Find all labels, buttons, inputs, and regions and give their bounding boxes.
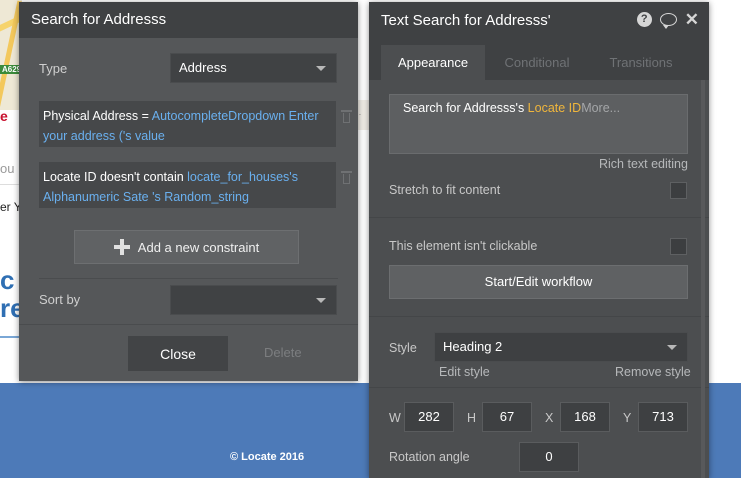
inspector-scrollbar[interactable]: [701, 80, 705, 478]
close-button[interactable]: Close: [128, 336, 228, 371]
rotation-input[interactable]: 0: [519, 442, 579, 472]
rich-text-editing-link[interactable]: Rich text editing: [599, 157, 688, 171]
style-dropdown-value: Heading 2: [443, 339, 503, 354]
x-label: X: [545, 411, 554, 425]
chevron-down-icon: [316, 298, 326, 303]
comment-icon[interactable]: [659, 13, 677, 29]
trash-icon[interactable]: [341, 170, 352, 184]
map-fragment-right-label: .: [359, 110, 361, 117]
tab-transitions[interactable]: Transitions: [589, 45, 693, 80]
height-input[interactable]: 67: [482, 402, 532, 432]
style-dropdown[interactable]: Heading 2: [434, 332, 688, 362]
inspector-title[interactable]: Text Search for Addresss' ? ✕: [369, 2, 709, 40]
trash-icon[interactable]: [341, 109, 352, 123]
text-content-static: Search for Addresss's: [403, 101, 528, 115]
type-label: Type: [39, 61, 68, 76]
constraint-row[interactable]: Physical Address = AutocompleteDropdown …: [39, 101, 336, 147]
edit-style-link[interactable]: Edit style: [439, 365, 490, 379]
stretch-checkbox[interactable]: [670, 182, 687, 199]
y-input[interactable]: 713: [638, 402, 688, 432]
constraint-field: Physical Address =: [43, 109, 152, 123]
rotation-label: Rotation angle: [389, 450, 470, 464]
search-panel-title[interactable]: Search for Addresss: [19, 2, 358, 38]
chevron-down-icon: [667, 345, 677, 350]
text-content-dynamic[interactable]: Locate ID: [528, 101, 582, 115]
remove-style-link[interactable]: Remove style: [615, 365, 691, 379]
text-content-editor[interactable]: Search for Addresss's Locate IDMore...: [389, 94, 688, 154]
start-edit-workflow-button[interactable]: Start/Edit workflow: [389, 265, 688, 299]
header-icons: ? ✕: [636, 11, 699, 29]
map-label-fragment: e: [0, 108, 8, 124]
footer-copyright: © Locate 2016: [230, 451, 305, 463]
not-clickable-checkbox[interactable]: [670, 238, 687, 255]
add-constraint-label: Add a new constraint: [137, 239, 260, 255]
constraint-field: Locate ID doesn't contain: [43, 170, 188, 184]
height-label: H: [467, 411, 477, 425]
x-input[interactable]: 168: [560, 402, 610, 432]
element-inspector-panel: Text Search for Addresss' ? ✕ Appearance…: [369, 2, 709, 478]
sort-by-label: Sort by: [39, 292, 81, 307]
plus-icon: [113, 239, 130, 255]
sort-by-dropdown[interactable]: [170, 285, 337, 315]
heading-underline: [0, 336, 20, 338]
delete-button[interactable]: Delete: [264, 345, 302, 360]
style-label: Style: [389, 341, 417, 355]
divider: [369, 387, 709, 388]
type-dropdown[interactable]: Address: [170, 53, 337, 83]
add-constraint-button[interactable]: Add a new constraint: [74, 230, 299, 264]
divider: [369, 217, 709, 218]
width-label: W: [389, 411, 401, 425]
close-icon[interactable]: ✕: [685, 11, 699, 28]
tab-appearance[interactable]: Appearance: [381, 45, 485, 80]
y-label: Y: [623, 411, 632, 425]
help-icon[interactable]: ?: [636, 12, 652, 27]
search-editor-panel: Search for Addresss Type Address Physica…: [19, 2, 358, 381]
not-clickable-label: This element isn't clickable: [389, 239, 538, 253]
tab-conditional[interactable]: Conditional: [485, 45, 589, 80]
divider: [19, 324, 358, 325]
divider: [39, 278, 338, 279]
divider: [369, 316, 709, 317]
stretch-label: Stretch to fit content: [389, 183, 501, 197]
width-input[interactable]: 282: [404, 402, 454, 432]
chevron-down-icon: [316, 66, 326, 71]
type-dropdown-value: Address: [179, 60, 227, 75]
more-link[interactable]: More...: [581, 101, 620, 115]
address-input-fragment[interactable]: ou: [0, 155, 20, 185]
appearance-content: Search for Addresss's Locate IDMore... R…: [369, 80, 709, 478]
constraint-row[interactable]: Locate ID doesn't contain locate_for_hou…: [39, 162, 336, 208]
inspector-title-text: Text Search for Addresss': [381, 12, 551, 29]
